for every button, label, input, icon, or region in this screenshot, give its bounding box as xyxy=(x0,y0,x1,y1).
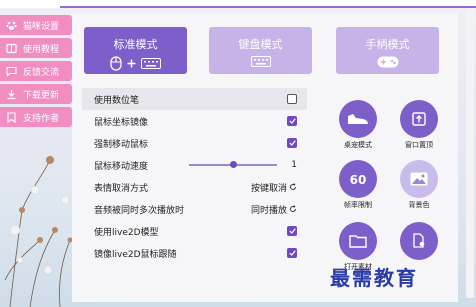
slider-handle[interactable] xyxy=(230,161,238,168)
tool-label: 窗口置顶 xyxy=(405,141,433,149)
fps-limit-button[interactable]: 60 xyxy=(339,160,377,198)
sidebar-item-download[interactable]: 下载更新 xyxy=(0,84,72,104)
setting-label: 表情取消方式 xyxy=(94,183,149,194)
tool-label: 桌宠模式 xyxy=(344,141,372,149)
sidebar-item-feedback[interactable]: 反馈交流 xyxy=(0,61,72,81)
force-mouse-checkbox[interactable] xyxy=(287,138,297,148)
sidebar-item-label: 支持作者 xyxy=(23,113,60,124)
sidebar-item-support[interactable]: 支持作者 xyxy=(0,107,72,127)
check-icon xyxy=(288,250,296,256)
setting-expression-cancel[interactable]: 表情取消方式 按键取消 xyxy=(82,176,307,198)
setting-use-pen[interactable]: 使用数位笔 xyxy=(82,88,307,110)
heart-bookmark-icon xyxy=(6,111,17,123)
desk-pet-mode-button[interactable] xyxy=(339,100,377,138)
pin-top-icon xyxy=(412,112,426,126)
folder-icon xyxy=(349,235,367,248)
use-pen-checkbox[interactable] xyxy=(287,94,297,104)
watermark: 最需教育 xyxy=(330,266,418,290)
mouse-speed-slider[interactable] xyxy=(189,161,278,168)
scrollbar[interactable] xyxy=(466,10,474,298)
refresh-icon xyxy=(290,205,296,212)
setting-audio-overlap[interactable]: 音频被同时多次播放时 同时播放 xyxy=(82,198,307,220)
setting-force-mouse[interactable]: 强制移动鼠标 xyxy=(82,132,307,154)
open-assets-button[interactable] xyxy=(339,222,377,260)
window-top-button[interactable] xyxy=(400,100,438,138)
option-value: 按键取消 xyxy=(250,183,287,194)
settings-list: 使用数位笔 鼠标坐标镜像 强制移动鼠标 鼠标移动速度 1 表情取消方式 按键取消 xyxy=(82,88,307,264)
sidebar-item-tutorial[interactable]: 使用教程 xyxy=(0,38,72,58)
title-bar xyxy=(0,0,476,8)
sidebar-item-label: 猫咪设置 xyxy=(23,21,60,32)
keyboard-icon xyxy=(250,56,271,67)
tool-label: 帧率限制 xyxy=(344,201,372,209)
main-panel: 标准模式 键盘模式 手柄模式 使用数位笔 鼠标坐标镜像 强制移动鼠标 鼠标移动速… xyxy=(72,13,458,302)
expression-cancel-option[interactable]: 按键取消 xyxy=(251,181,297,194)
landscape-icon xyxy=(410,172,428,186)
option-value: 同时播放 xyxy=(250,205,287,216)
gamepad-icon xyxy=(377,56,398,68)
refresh-icon xyxy=(290,183,296,190)
setting-label: 鼠标移动速度 xyxy=(94,161,149,172)
chat-icon xyxy=(6,66,17,77)
file-settings-button[interactable] xyxy=(400,222,438,260)
fps-60-icon: 60 xyxy=(350,173,367,186)
mouse-speed-value: 1 xyxy=(291,160,297,170)
mode-label: 手柄模式 xyxy=(365,38,410,51)
decorative-plants xyxy=(4,156,73,307)
setting-label: 音频被同时多次播放时 xyxy=(94,205,185,216)
sidebar-item-label: 下载更新 xyxy=(23,90,60,101)
setting-label: 镜像live2D鼠标跟随 xyxy=(94,249,177,260)
setting-label: 鼠标坐标镜像 xyxy=(94,117,149,128)
sidebar-item-label: 使用教程 xyxy=(23,44,60,55)
setting-live2d[interactable]: 使用live2D模型 xyxy=(82,220,307,242)
sidebar: 猫咪设置 使用教程 反馈交流 下载更新 支持作者 xyxy=(0,15,72,130)
setting-live2d-mirror[interactable]: 镜像live2D鼠标跟随 xyxy=(82,242,307,264)
plus-icon xyxy=(127,59,136,68)
sidebar-item-cat-settings[interactable]: 猫咪设置 xyxy=(0,15,72,35)
mode-standard-button[interactable]: 标准模式 xyxy=(84,27,187,74)
title-accent-line xyxy=(60,6,476,8)
setting-label: 强制移动鼠标 xyxy=(94,139,149,150)
setting-mouse-speed: 鼠标移动速度 1 xyxy=(82,154,307,176)
check-icon xyxy=(288,118,296,124)
mouse-mirror-checkbox[interactable] xyxy=(287,116,297,126)
setting-mouse-mirror[interactable]: 鼠标坐标镜像 xyxy=(82,110,307,132)
mode-label: 标准模式 xyxy=(113,38,158,51)
mode-keyboard-button[interactable]: 键盘模式 xyxy=(209,27,312,74)
tool-label: 背景色 xyxy=(408,201,430,209)
check-icon xyxy=(288,140,296,146)
setting-label: 使用live2D模型 xyxy=(94,227,159,238)
paw-icon xyxy=(6,20,17,31)
shoe-icon xyxy=(348,114,368,124)
live2d-checkbox[interactable] xyxy=(287,226,297,236)
sidebar-item-label: 反馈交流 xyxy=(23,67,60,78)
live2d-mirror-checkbox[interactable] xyxy=(287,248,297,258)
mouse-icon xyxy=(110,56,122,71)
book-icon xyxy=(6,43,17,54)
setting-label: 使用数位笔 xyxy=(94,95,140,106)
keyboard-icon xyxy=(141,58,161,69)
audio-overlap-option[interactable]: 同时播放 xyxy=(251,203,297,216)
check-icon xyxy=(288,228,296,234)
svg-text:60: 60 xyxy=(350,173,367,186)
background-color-button[interactable] xyxy=(400,160,438,198)
mode-label: 键盘模式 xyxy=(238,38,283,51)
mode-gamepad-button[interactable]: 手柄模式 xyxy=(336,27,439,74)
file-settings-icon xyxy=(413,233,425,248)
download-icon xyxy=(6,89,17,100)
